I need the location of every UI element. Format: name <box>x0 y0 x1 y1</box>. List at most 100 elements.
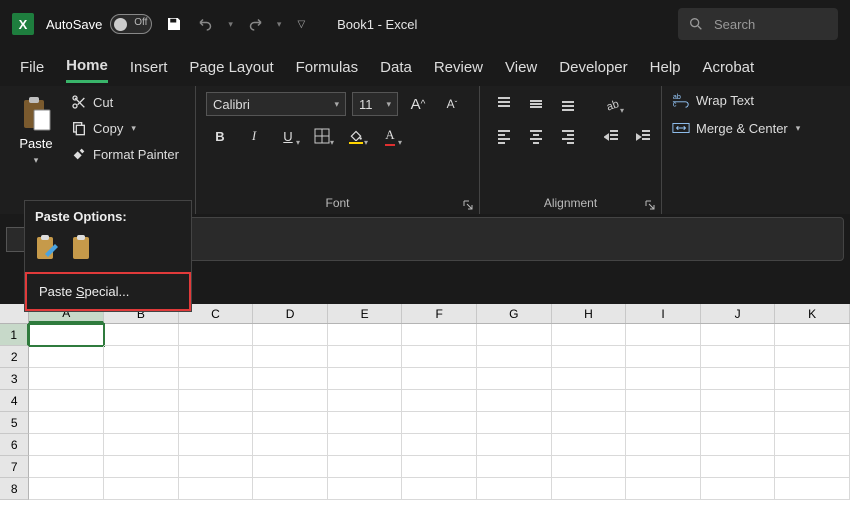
cell[interactable] <box>477 456 552 478</box>
cell[interactable] <box>253 456 328 478</box>
cell[interactable] <box>775 368 850 390</box>
font-size-combo[interactable]: 11 ▾ <box>352 92 398 116</box>
cell[interactable] <box>477 412 552 434</box>
tab-page-layout[interactable]: Page Layout <box>189 53 273 82</box>
cell[interactable] <box>477 324 552 346</box>
increase-font-button[interactable]: A^ <box>404 92 432 116</box>
align-bottom-button[interactable] <box>554 92 582 116</box>
cell[interactable] <box>179 368 254 390</box>
col-header[interactable]: D <box>253 304 328 323</box>
cell[interactable] <box>29 390 104 412</box>
cell[interactable] <box>253 346 328 368</box>
col-header[interactable]: K <box>775 304 850 323</box>
font-name-combo[interactable]: Calibri ▾ <box>206 92 346 116</box>
cell[interactable] <box>328 368 403 390</box>
cell[interactable] <box>552 368 627 390</box>
copy-dropdown-icon[interactable]: ▾ <box>131 123 136 134</box>
cell[interactable] <box>104 478 179 500</box>
col-header[interactable]: E <box>328 304 403 323</box>
cell[interactable] <box>775 390 850 412</box>
decrease-font-button[interactable]: Aˇ <box>438 92 466 116</box>
cell[interactable] <box>328 434 403 456</box>
cell[interactable] <box>552 346 627 368</box>
cell[interactable] <box>179 434 254 456</box>
paste-button[interactable]: Paste ▾ <box>10 92 62 170</box>
cell[interactable] <box>402 368 477 390</box>
cell[interactable] <box>701 434 776 456</box>
tab-developer[interactable]: Developer <box>559 53 627 82</box>
borders-button[interactable]: ▾ <box>308 124 336 148</box>
cell[interactable] <box>552 434 627 456</box>
cell[interactable] <box>402 346 477 368</box>
dialog-launcher-icon[interactable] <box>463 200 473 210</box>
cell[interactable] <box>775 456 850 478</box>
cell[interactable] <box>179 346 254 368</box>
qat-customize-icon[interactable]: ▽ <box>297 19 305 30</box>
cell[interactable] <box>328 478 403 500</box>
cell[interactable] <box>701 324 776 346</box>
format-painter-button[interactable]: Format Painter <box>68 144 182 164</box>
cell[interactable] <box>29 434 104 456</box>
cell[interactable] <box>104 456 179 478</box>
col-header[interactable]: F <box>402 304 477 323</box>
undo-icon[interactable] <box>196 14 216 34</box>
cell[interactable] <box>477 346 552 368</box>
tab-formulas[interactable]: Formulas <box>296 53 359 82</box>
copy-button[interactable]: Copy ▾ <box>68 118 182 138</box>
cell[interactable] <box>552 478 627 500</box>
cell[interactable] <box>253 324 328 346</box>
decrease-indent-button[interactable] <box>598 124 626 148</box>
align-left-button[interactable] <box>490 124 518 148</box>
row-header[interactable]: 6 <box>0 434 29 456</box>
paste-dropdown-icon[interactable]: ▾ <box>34 155 39 166</box>
cell[interactable] <box>402 434 477 456</box>
merge-dropdown-icon[interactable]: ▾ <box>796 123 801 134</box>
cell[interactable] <box>552 412 627 434</box>
cell[interactable] <box>402 456 477 478</box>
tab-file[interactable]: File <box>20 53 44 82</box>
cell[interactable] <box>179 456 254 478</box>
italic-button[interactable]: I <box>240 124 268 148</box>
cell[interactable] <box>626 390 701 412</box>
cell[interactable] <box>477 368 552 390</box>
col-header[interactable]: J <box>701 304 776 323</box>
cell[interactable] <box>701 478 776 500</box>
cell[interactable] <box>701 412 776 434</box>
col-header[interactable]: G <box>477 304 552 323</box>
cell[interactable] <box>477 434 552 456</box>
cell[interactable] <box>552 390 627 412</box>
redo-icon[interactable] <box>245 14 265 34</box>
row-header[interactable]: 7 <box>0 456 29 478</box>
cell[interactable] <box>179 478 254 500</box>
col-header[interactable]: I <box>626 304 701 323</box>
underline-button[interactable]: U▾ <box>274 124 302 148</box>
cell[interactable] <box>626 478 701 500</box>
fill-color-button[interactable]: ▾ <box>342 124 370 148</box>
cell[interactable] <box>253 412 328 434</box>
row-header[interactable]: 3 <box>0 368 29 390</box>
increase-indent-button[interactable] <box>630 124 658 148</box>
cell[interactable] <box>775 478 850 500</box>
cell[interactable] <box>29 478 104 500</box>
tab-home[interactable]: Home <box>66 51 108 83</box>
cell[interactable] <box>328 324 403 346</box>
cell[interactable] <box>626 368 701 390</box>
cell[interactable] <box>477 390 552 412</box>
paste-option-default-icon[interactable] <box>35 234 61 262</box>
paste-special-menu-item[interactable]: Paste Special... <box>25 272 191 311</box>
tab-help[interactable]: Help <box>650 53 681 82</box>
cell[interactable] <box>29 368 104 390</box>
toggle-switch[interactable]: Off <box>110 14 152 34</box>
cell[interactable] <box>104 324 179 346</box>
orientation-button[interactable]: ab▾ <box>598 92 626 116</box>
tab-data[interactable]: Data <box>380 53 412 82</box>
row-header[interactable]: 4 <box>0 390 29 412</box>
cell[interactable] <box>775 324 850 346</box>
merge-center-button[interactable]: Merge & Center ▾ <box>672 120 800 136</box>
cell[interactable] <box>104 434 179 456</box>
row-header[interactable]: 2 <box>0 346 29 368</box>
row-header[interactable]: 8 <box>0 478 29 500</box>
tab-view[interactable]: View <box>505 53 537 82</box>
cell[interactable] <box>626 324 701 346</box>
undo-dropdown-icon[interactable]: ▾ <box>228 19 233 30</box>
